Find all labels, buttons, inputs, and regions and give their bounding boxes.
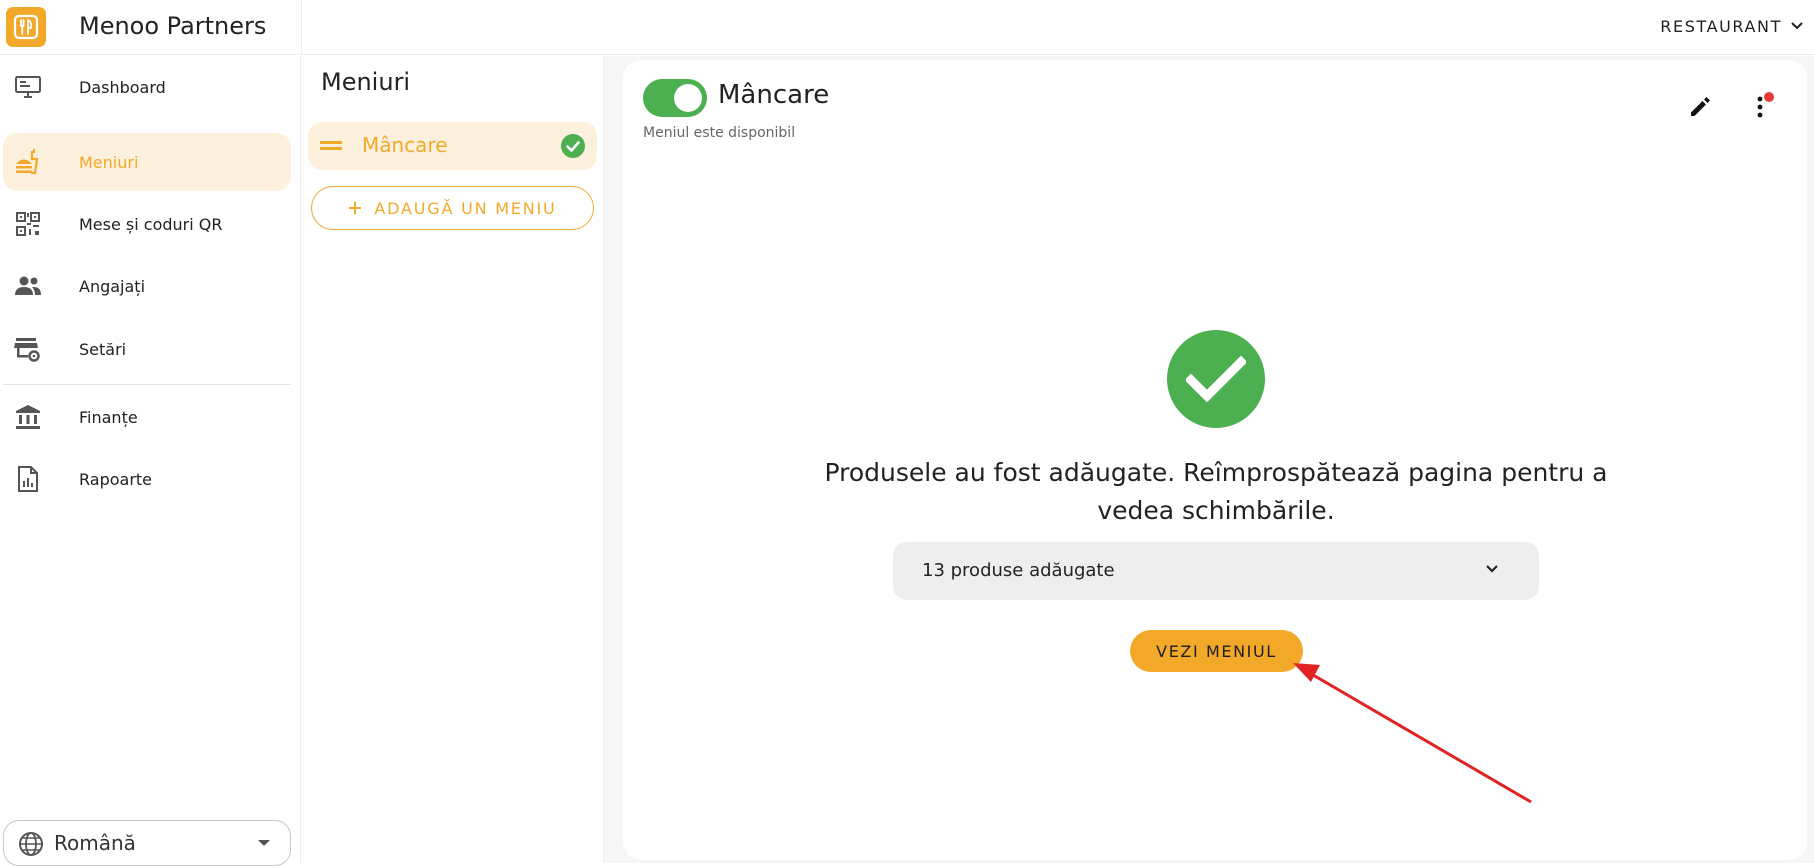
store-settings-icon — [13, 334, 43, 364]
sidebar-item-rapoarte[interactable]: Rapoarte — [3, 450, 291, 508]
sidebar-item-label: Dashboard — [79, 77, 166, 97]
language-selector[interactable]: Română — [3, 820, 291, 866]
restaurant-selector[interactable]: RESTAURANT — [1660, 13, 1804, 39]
menu-list-item[interactable]: Mâncare — [308, 122, 597, 170]
check-circle-icon — [561, 134, 585, 158]
language-label: Română — [54, 831, 136, 855]
top-bar: Menoo Partners RESTAURANT — [0, 0, 1814, 55]
availability-toggle[interactable] — [643, 79, 707, 117]
products-added-label: 13 produse adăugate — [922, 560, 1115, 581]
topbar-divider — [301, 0, 302, 55]
chevron-down-icon — [1791, 22, 1803, 30]
menus-panel: Meniuri Mâncare ADAUGĂ UN MENIU — [302, 56, 604, 863]
utensils-logo-icon — [13, 14, 39, 40]
success-check-icon — [1167, 330, 1265, 428]
sidebar-item-angajati[interactable]: Angajați — [3, 257, 291, 315]
drag-handle-icon[interactable] — [320, 141, 342, 150]
availability-text: Meniul este disponibil — [643, 125, 796, 141]
sidebar-divider — [3, 384, 291, 385]
menus-title: Meniuri — [321, 68, 411, 96]
pencil-icon — [1691, 97, 1710, 116]
sidebar-item-qr[interactable]: Mese și coduri QR — [3, 195, 291, 253]
toggle-knob — [674, 84, 702, 112]
sidebar-item-label: Meniuri — [79, 152, 139, 172]
sidebar-item-label: Mese și coduri QR — [79, 214, 223, 234]
caret-down-icon — [258, 840, 270, 846]
sidebar-item-label: Rapoarte — [79, 469, 153, 489]
success-message: Produsele au fost adăugate. Reîmprospăte… — [824, 458, 1608, 525]
globe-icon — [19, 832, 43, 856]
view-menu-button[interactable]: VEZI MENIUL — [1130, 630, 1303, 672]
bank-icon — [13, 402, 43, 432]
sidebar-item-label: Finanțe — [79, 407, 138, 427]
menu-detail-card: Mâncare Meniul este disponibil Produsele… — [623, 60, 1807, 860]
restaurant-label: RESTAURANT — [1660, 16, 1782, 36]
menu-title: Mâncare — [718, 80, 830, 110]
products-added-dropdown[interactable]: 13 produse adăugate — [893, 542, 1539, 600]
sidebar-item-dashboard[interactable]: Dashboard — [3, 58, 291, 116]
add-menu-label: ADAUGĂ UN MENIU — [374, 198, 557, 218]
add-menu-button[interactable]: ADAUGĂ UN MENIU — [311, 186, 594, 230]
sidebar-item-setari[interactable]: Setări — [3, 320, 291, 378]
qr-code-icon — [13, 209, 43, 239]
plus-icon — [349, 202, 362, 214]
app-logo[interactable] — [6, 7, 46, 47]
sidebar-item-meniuri[interactable]: Meniuri — [3, 133, 291, 191]
notification-dot — [1764, 92, 1774, 102]
sidebar: Dashboard Meniuri Mese și coduri QR Anga… — [0, 56, 301, 866]
sidebar-item-label: Setări — [79, 339, 127, 359]
monitor-icon — [13, 72, 43, 102]
food-menu-icon — [13, 147, 43, 177]
sidebar-item-label: Angajați — [79, 276, 146, 296]
app-title: Menoo Partners — [79, 12, 267, 40]
people-icon — [13, 271, 43, 301]
chevron-down-icon — [1486, 565, 1498, 573]
edit-button[interactable] — [1683, 90, 1717, 124]
more-vertical-icon — [1757, 96, 1763, 118]
report-icon — [13, 464, 43, 494]
more-options-button[interactable] — [1743, 90, 1777, 124]
menu-item-label: Mâncare — [362, 133, 448, 157]
sidebar-item-finante[interactable]: Finanțe — [3, 388, 291, 446]
